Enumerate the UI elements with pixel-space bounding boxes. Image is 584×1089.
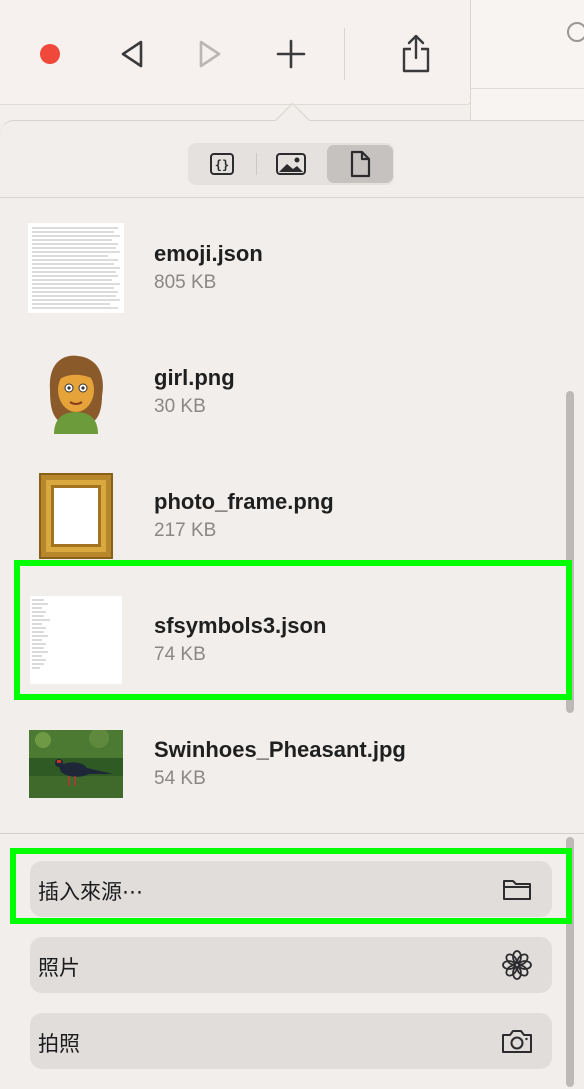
file-name: photo_frame.png (154, 489, 334, 514)
background-window (470, 0, 584, 120)
file-row-girl[interactable]: girl.png 30 KB (0, 335, 570, 447)
photos-label: 照片 (38, 957, 80, 980)
photos-button[interactable]: 照片 (30, 937, 552, 993)
take-photo-label: 拍照 (38, 1033, 80, 1056)
record-button[interactable] (26, 30, 74, 78)
flower-icon (500, 949, 534, 981)
tab-json[interactable]: {} (189, 145, 255, 183)
camera-icon (500, 1025, 534, 1057)
file-size: 805 KB (154, 272, 217, 293)
file-name: girl.png (154, 365, 235, 390)
file-size: 217 KB (154, 520, 217, 541)
file-thumbnail (28, 471, 124, 561)
add-button[interactable] (267, 30, 315, 78)
file-size: 30 KB (154, 396, 206, 417)
file-name: emoji.json (154, 241, 263, 266)
json-braces-icon: {} (210, 153, 234, 175)
take-photo-button[interactable]: 拍照 (30, 1013, 552, 1069)
file-thumbnail (28, 223, 124, 313)
circle-icon (567, 22, 584, 42)
record-icon (40, 44, 60, 64)
highlight-box-file (14, 560, 572, 700)
document-icon (350, 150, 371, 178)
svg-text:{}: {} (215, 158, 229, 172)
file-thumbnail (28, 347, 124, 437)
back-button[interactable] (108, 30, 156, 78)
source-segmented-control: {} (188, 143, 394, 185)
file-row-photo-frame[interactable]: photo_frame.png 217 KB (0, 459, 570, 571)
file-name: Swinhoes_Pheasant.jpg (154, 737, 406, 762)
tab-document[interactable] (327, 145, 393, 183)
plus-icon (276, 39, 306, 69)
forward-triangle-icon (199, 40, 221, 68)
share-button[interactable] (392, 30, 440, 78)
image-icon (276, 153, 306, 175)
highlight-box-insert-from (10, 848, 572, 924)
file-size: 54 KB (154, 768, 206, 789)
file-row-emoji[interactable]: emoji.json 805 KB (0, 211, 570, 323)
tab-image[interactable] (258, 145, 324, 183)
file-row-swinhoes-pheasant[interactable]: Swinhoes_Pheasant.jpg 54 KB (0, 707, 570, 819)
file-thumbnail (28, 719, 124, 809)
back-triangle-icon (121, 40, 143, 68)
forward-button[interactable] (186, 30, 234, 78)
share-icon (402, 34, 430, 73)
toolbar (0, 0, 471, 105)
